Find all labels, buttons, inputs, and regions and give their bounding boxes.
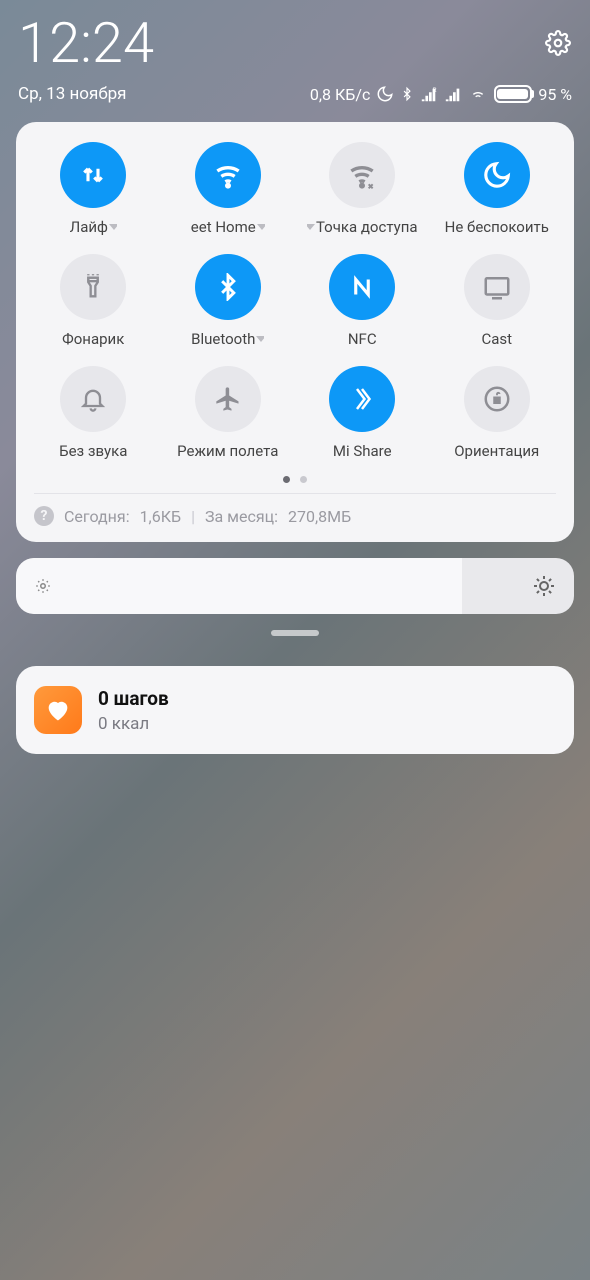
toggle-label: Лайф [70,218,108,236]
handle-bar [271,630,319,636]
mishare-icon [347,384,377,414]
toggle-mute[interactable]: Без звука [26,366,161,460]
usage-today-label: Сегодня: [64,507,130,526]
date: Ср, 13 ноября [18,84,126,104]
usage-today-value: 1,6КБ [140,507,182,526]
flashlight-icon [79,273,107,301]
page-dot-1 [283,476,290,483]
moon-icon [482,160,512,190]
toggle-label: Mi Share [333,442,392,460]
quick-settings-panel: Лайф eet Home Точка доступа Не беспокоит… [16,122,574,542]
bluetooth-icon [400,85,414,103]
usage-month-label: За месяц: [205,507,278,526]
notification-card[interactable]: 0 шагов 0 ккал [16,666,574,754]
brightness-low-icon [34,577,52,595]
battery-percent: 95 % [538,85,572,104]
signal-2-icon [444,86,462,102]
bluetooth-icon [214,273,242,301]
toggle-label: Точка доступа [316,218,418,236]
clock: 12:24 [18,10,154,76]
notification-title: 0 шагов [98,687,169,710]
settings-button[interactable] [544,29,572,57]
brightness-slider[interactable] [16,558,574,614]
chevron-down-icon [257,224,265,230]
usage-separator: | [191,507,195,526]
toggle-label: Фонарик [62,330,124,348]
notification-subtitle: 0 ккал [98,714,169,734]
brightness-fill [16,558,462,614]
toggle-orientation[interactable]: Ориентация [430,366,565,460]
toggle-label: Cast [481,330,512,348]
wifi-icon [468,86,488,102]
data-rate: 0,8 КБ/с [310,85,370,104]
toggle-label: Без звука [59,442,127,460]
help-icon: ? [34,506,54,526]
nfc-icon [347,272,377,302]
orientation-lock-icon [482,384,512,414]
page-dot-2 [300,476,307,483]
chevron-down-icon [307,224,315,230]
wifi-icon [212,159,244,191]
toggle-mishare[interactable]: Mi Share [295,366,430,460]
svg-text:R: R [433,86,437,94]
toggle-flashlight[interactable]: Фонарик [26,254,161,348]
chevron-down-icon [256,336,264,342]
panel-drag-handle[interactable] [0,630,590,636]
signal-1-icon: R [420,86,438,102]
toggle-wifi[interactable]: eet Home [161,142,296,236]
status-bar: 12:24 Ср, 13 ноября 0,8 КБ/с R 95 % [0,0,590,110]
moon-icon [376,85,394,103]
brightness-high-icon [532,574,556,598]
toggle-label: eet Home [191,218,256,236]
toggle-label: Ориентация [454,442,539,460]
toggle-nfc[interactable]: NFC [295,254,430,348]
cast-icon [482,272,512,302]
gear-icon [545,30,571,56]
hotspot-icon [346,159,378,191]
toggle-mobile-data[interactable]: Лайф [26,142,161,236]
airplane-icon [214,385,242,413]
page-indicator [26,476,564,483]
health-app-icon [34,686,82,734]
heart-icon [44,696,72,724]
status-icons: 0,8 КБ/с R 95 % [310,85,572,104]
toggle-grid: Лайф eet Home Точка доступа Не беспокоит… [26,142,564,460]
toggle-label: Bluetooth [191,330,255,348]
toggle-airplane[interactable]: Режим полета [161,366,296,460]
toggle-label: NFC [348,330,377,348]
chevron-down-icon [109,224,117,230]
data-usage-row[interactable]: ? Сегодня: 1,6КБ | За месяц: 270,8МБ [26,494,564,532]
battery-icon [494,85,532,103]
toggle-label: Режим полета [177,442,278,460]
toggle-cast[interactable]: Cast [430,254,565,348]
toggle-bluetooth[interactable]: Bluetooth [161,254,296,348]
usage-month-value: 270,8МБ [288,507,351,526]
bell-icon [79,385,107,413]
toggle-dnd[interactable]: Не беспокоить [430,142,565,236]
toggle-hotspot[interactable]: Точка доступа [295,142,430,236]
toggle-label: Не беспокоить [445,218,549,236]
mobile-data-icon [78,160,108,190]
